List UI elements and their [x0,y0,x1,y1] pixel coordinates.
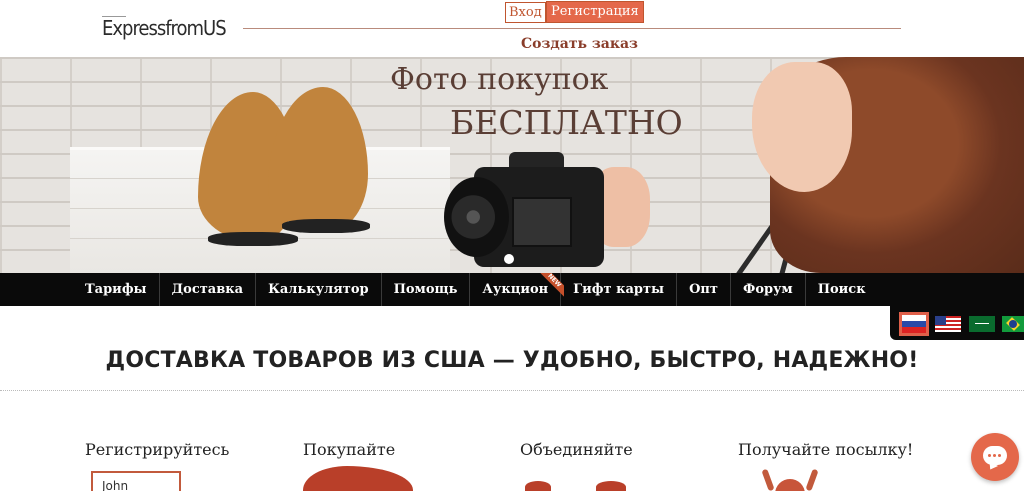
main-heading: ДОСТАВКА ТОВАРОВ ИЗ США — УДОБНО, БЫСТРО… [105,348,919,373]
hero-title-line1: Фото покупок [390,62,609,97]
nav-item-tariffs[interactable]: Тарифы [73,273,160,306]
nav-item-gift-cards[interactable]: Гифт карты [561,273,678,306]
chat-dot [993,454,996,457]
parcel-arm [761,468,775,491]
ru-flag-icon[interactable] [899,312,929,336]
register-illustration-text: John [102,479,129,491]
camera-screen [512,197,572,247]
nav-item-forum[interactable]: Форум [731,273,806,306]
site-header: ExpressfromUS Вход Регистрация Создать з… [0,0,1024,57]
nav-item-calculator[interactable]: Калькулятор [256,273,382,306]
chat-dot [988,454,991,457]
combine-illustration [525,481,551,491]
nav-item-auction-label: Аукцион [482,282,549,297]
logo[interactable]: ExpressfromUS [102,14,232,48]
nav-list: Тарифы Доставка Калькулятор Помощь Аукци… [73,273,878,306]
nav-item-search[interactable]: Поиск [806,273,878,306]
hero-title-line2: БЕСПЛАТНО [450,103,683,142]
step-title-register: Регистрируйтесь [85,440,230,459]
step-title-combine: Объединяйте [520,440,633,459]
us-flag-icon[interactable] [935,316,961,332]
header-divider [243,28,901,29]
nav-item-wholesale[interactable]: Опт [677,273,731,306]
buy-illustration [303,466,413,491]
logo-accent-line [102,16,126,17]
shoe-sole [282,219,370,233]
language-switcher [890,306,1024,340]
camera-icon [444,152,614,267]
slider-dot[interactable] [504,254,514,264]
chat-dot [998,454,1001,457]
nav-item-delivery[interactable]: Доставка [160,273,257,306]
parcel-illustration [757,468,823,491]
create-order-link[interactable]: Создать заказ [521,35,638,53]
combine-illustration [596,481,626,491]
parcel-arm [805,468,819,491]
camera-lens [444,177,509,257]
chat-button[interactable] [971,433,1019,481]
woman-face-image [752,62,852,192]
nav-item-auction[interactable]: Аукцион NEW [470,273,565,306]
sa-flag-icon[interactable] [969,316,995,332]
register-button[interactable]: Регистрация [546,1,644,23]
register-illustration: John [91,471,181,491]
step-title-buy: Покупайте [303,440,396,459]
step-title-receive: Получайте посылку! [738,440,914,459]
shoe-image [268,87,378,247]
logo-text: ExpressfromUS [102,16,227,40]
chat-bubble-icon [983,446,1007,465]
nav-item-help[interactable]: Помощь [382,273,471,306]
parcel-ball [775,479,805,491]
login-button[interactable]: Вход [505,2,546,23]
br-flag-icon[interactable] [1002,316,1024,332]
hero-banner[interactable]: Фото покупок БЕСПЛАТНО [0,57,1024,273]
shoe-upper [268,87,368,232]
section-divider [0,390,1024,391]
main-navigation: Тарифы Доставка Калькулятор Помощь Аукци… [0,273,1024,306]
